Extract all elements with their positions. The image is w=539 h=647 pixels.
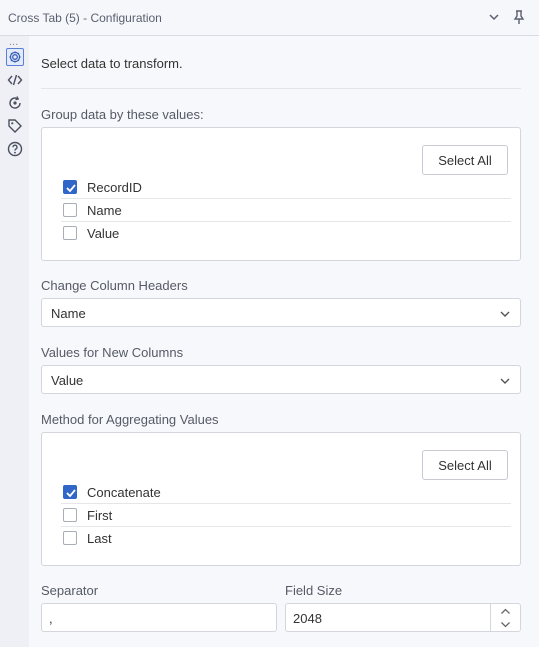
group-by-select-all-button[interactable]: Select All	[422, 145, 508, 175]
new-columns-dropdown[interactable]: Value	[41, 365, 521, 394]
aggregation-item-concatenate[interactable]: Concatenate	[61, 481, 511, 504]
separator-value: ,	[49, 611, 53, 626]
overflow-dots[interactable]: ...	[9, 36, 18, 48]
column-headers-label: Change Column Headers	[41, 278, 188, 293]
group-by-label: Group data by these values:	[41, 107, 204, 122]
column-headers-dropdown[interactable]: Name	[41, 298, 521, 327]
chevron-down-icon	[499, 374, 511, 386]
aggregation-select-all-button[interactable]: Select All	[422, 450, 508, 480]
dropdown-value: Value	[51, 373, 84, 388]
field-size-label: Field Size	[285, 583, 343, 598]
checkbox[interactable]	[63, 203, 77, 217]
help-icon[interactable]	[6, 140, 24, 158]
group-by-item-value[interactable]: Value	[61, 222, 511, 245]
gear-icon[interactable]	[6, 48, 24, 66]
divider	[41, 88, 521, 89]
intro-text: Select data to transform.	[41, 56, 183, 71]
field-size-stepper[interactable]: 2048	[285, 603, 521, 632]
list-item-label: Value	[87, 226, 120, 241]
checkbox[interactable]	[63, 508, 77, 522]
title-bar: Cross Tab (5) - Configuration	[0, 0, 539, 36]
aggregation-panel: Select All Concatenate First Last	[41, 432, 521, 566]
tag-icon[interactable]	[6, 117, 24, 135]
aggregation-item-last[interactable]: Last	[61, 527, 511, 550]
stepper-controls[interactable]	[490, 604, 520, 631]
field-size-value: 2048	[293, 611, 322, 626]
configuration-panel: Select data to transform. Group data by …	[29, 36, 539, 647]
separator-label: Separator	[41, 583, 99, 598]
list-item-label: First	[87, 508, 113, 523]
checkbox-checked[interactable]	[63, 485, 77, 499]
aggregation-item-first[interactable]: First	[61, 504, 511, 527]
code-icon[interactable]	[6, 71, 24, 89]
list-item-label: RecordID	[87, 180, 142, 195]
list-item-label: Concatenate	[87, 485, 161, 500]
chevron-up-icon	[501, 608, 510, 614]
chevron-down-icon[interactable]	[487, 10, 501, 24]
group-by-item-name[interactable]: Name	[61, 199, 511, 222]
chevron-down-icon	[501, 622, 510, 628]
dropdown-value: Name	[51, 306, 86, 321]
separator-input[interactable]: ,	[41, 603, 277, 632]
aggregation-label: Method for Aggregating Values	[41, 412, 219, 427]
checkbox-checked[interactable]	[63, 180, 77, 194]
new-columns-label: Values for New Columns	[41, 345, 184, 360]
list-item-label: Last	[87, 531, 112, 546]
group-by-item-recordid[interactable]: RecordID	[61, 176, 511, 199]
group-by-panel: Select All RecordID Name Value	[41, 127, 521, 261]
rotate-icon[interactable]	[6, 94, 24, 112]
chevron-down-icon	[499, 307, 511, 319]
list-item-label: Name	[87, 203, 122, 218]
tool-sidebar: ...	[0, 36, 29, 647]
window-title: Cross Tab (5) - Configuration	[8, 11, 162, 25]
checkbox[interactable]	[63, 226, 77, 240]
checkbox[interactable]	[63, 531, 77, 545]
pin-icon[interactable]	[511, 9, 527, 25]
